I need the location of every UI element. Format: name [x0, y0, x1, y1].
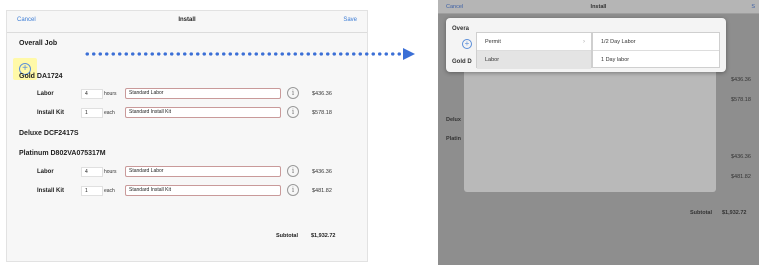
page-title: Install	[590, 4, 607, 10]
popover-screen: Cancel Install S $436.36 $578.18 Delux P…	[438, 0, 759, 265]
navigation-bar: Cancel Install Save	[7, 11, 367, 33]
row-label-labor: Labor	[37, 169, 54, 175]
row-label-labor: Labor	[37, 91, 54, 97]
section-title-gold: Gold DA1724	[19, 73, 63, 80]
quantity-field[interactable]: 4	[81, 167, 103, 177]
price-value: $578.18	[312, 110, 332, 116]
install-form-panel: Cancel Install Save Overall Job + Gold D…	[6, 10, 368, 262]
section-title-deluxe: Deluxe DCF2417S	[19, 130, 79, 137]
chevron-right-icon: ›	[583, 39, 585, 45]
price-value: $481.82	[312, 188, 332, 194]
subtotal-value: $1,932.72	[722, 210, 747, 216]
quantity-field[interactable]: 1	[81, 186, 103, 196]
list-item[interactable]: Permit ›	[477, 33, 591, 51]
arrow-head-icon	[403, 48, 415, 60]
save-button[interactable]: Save	[343, 17, 357, 23]
price-value: $436.36	[312, 91, 332, 97]
unit-label: each	[104, 188, 115, 194]
section-title-platinum: Platin	[446, 136, 461, 142]
price-value: $436.36	[731, 154, 751, 160]
overall-job-title: Overa	[452, 26, 470, 32]
row-label-install-kit: Install Kit	[37, 188, 65, 194]
unit-label: hours	[104, 169, 117, 175]
subtotal-value: $1,932.72	[311, 233, 336, 239]
price-value: $436.36	[731, 77, 751, 83]
price-value: $481.82	[731, 174, 751, 180]
overall-job-title: Overall Job	[19, 40, 58, 47]
section-title-platinum: Platinum D802VA075317M	[19, 150, 106, 157]
option-category-list: Permit › Labor	[476, 32, 592, 69]
labor-option-field[interactable]: Standard Labor	[125, 88, 281, 99]
page-title: Install	[178, 17, 196, 23]
quantity-field[interactable]: 1	[81, 108, 103, 118]
price-value: $436.36	[312, 169, 332, 175]
dotted-arrow-line	[84, 52, 402, 56]
subtotal-label: Subtotal	[276, 233, 298, 239]
list-item[interactable]: Labor	[477, 51, 591, 69]
price-value: $578.18	[731, 97, 751, 103]
unit-label: each	[104, 110, 115, 116]
option-detail-list: 1/2 Day Labor 1 Day labor	[592, 32, 720, 68]
info-icon[interactable]: i	[287, 87, 299, 99]
info-icon[interactable]: i	[287, 184, 299, 196]
list-item[interactable]: 1 Day labor	[593, 51, 719, 69]
section-title-gold: Gold D	[452, 59, 472, 65]
labor-option-field[interactable]: Standard Labor	[125, 166, 281, 177]
install-kit-option-field[interactable]: Standard Install Kit	[125, 107, 281, 118]
labor-option-popover: Overa + Gold D Permit › Labor 1/2 Day La…	[446, 18, 726, 72]
subtotal-label: Subtotal	[690, 210, 712, 216]
section-title-deluxe: Delux	[446, 117, 461, 123]
list-item[interactable]: 1/2 Day Labor	[593, 33, 719, 51]
info-icon[interactable]: i	[287, 106, 299, 118]
row-label-install-kit: Install Kit	[37, 110, 65, 116]
info-icon[interactable]: i	[287, 165, 299, 177]
save-button[interactable]: S	[751, 4, 755, 10]
unit-label: hours	[104, 91, 117, 97]
install-kit-option-field[interactable]: Standard Install Kit	[125, 185, 281, 196]
navigation-bar: Cancel Install S	[438, 0, 759, 14]
quantity-field[interactable]: 4	[81, 89, 103, 99]
plus-circle-icon[interactable]: +	[462, 39, 472, 49]
